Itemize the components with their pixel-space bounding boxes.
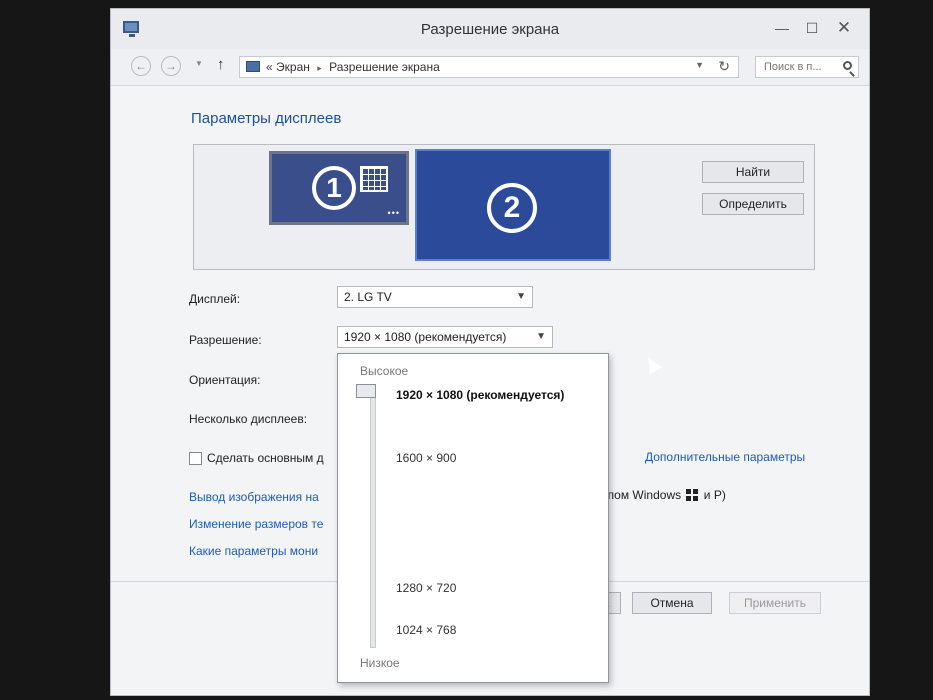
orientation-label: Ориентация: — [189, 373, 261, 387]
back-arrow-icon[interactable]: ← — [131, 56, 151, 76]
resolution-label: Разрешение: — [189, 333, 262, 347]
resolution-option[interactable]: 1024 × 768 — [396, 623, 456, 637]
page-title: Параметры дисплеев — [191, 110, 342, 127]
recent-pages-chevron-icon[interactable]: ▼ — [195, 59, 203, 68]
which-settings-link[interactable]: Какие параметры мони — [189, 544, 318, 558]
project-output-link[interactable]: Вывод изображения на — [189, 490, 319, 504]
resolution-slider-thumb[interactable] — [356, 384, 376, 398]
search-icon[interactable] — [843, 61, 852, 70]
display-select-value: 2. LG TV — [344, 290, 392, 304]
refresh-icon[interactable]: ↻ — [718, 58, 730, 75]
address-bar[interactable]: « Экран ▸ Разрешение экрана ▼ ↻ — [239, 56, 739, 78]
monitor-2-tile[interactable]: 2 — [415, 149, 611, 261]
resolution-option[interactable]: 1600 × 900 — [396, 451, 456, 465]
minimize-button[interactable]: — — [769, 17, 795, 39]
windows-logo-icon — [686, 489, 699, 501]
display-preview-area: 1 ••• 2 Найти Определить — [193, 144, 815, 270]
breadcrumb-screen[interactable]: Экран — [276, 60, 310, 74]
make-main-display-label[interactable]: Сделать основным д — [207, 451, 324, 465]
breadcrumb: « Экран ▸ Разрешение экрана — [266, 60, 440, 74]
multiple-displays-label: Несколько дисплеев: — [189, 412, 308, 426]
screen-resolution-window: Разрешение экрана — ☐ ✕ ← → ▼ ↑ « Экран … — [110, 8, 870, 696]
search-input[interactable]: Поиск в п... — [755, 56, 859, 78]
hotkey-hint-text: опом Windows — [601, 488, 682, 502]
resolution-option[interactable]: 1280 × 720 — [396, 581, 456, 595]
resolution-option[interactable]: 1920 × 1080 (рекомендуется) — [396, 388, 564, 402]
calculator-grid-icon — [360, 166, 388, 192]
advanced-settings-link[interactable]: Дополнительные параметры — [645, 450, 805, 464]
close-button[interactable]: ✕ — [831, 17, 857, 39]
monitor-icon — [246, 61, 260, 72]
find-button[interactable]: Найти — [702, 161, 804, 183]
chevron-down-icon: ▼ — [516, 291, 526, 302]
resolution-dropdown-popup: Высокое 1920 × 1080 (рекомендуется) 1600… — [337, 353, 609, 683]
taskbar-dots-icon: ••• — [387, 208, 400, 218]
resolution-slider-track[interactable] — [370, 392, 376, 648]
resolution-select-value: 1920 × 1080 (рекомендуется) — [344, 330, 507, 344]
up-arrow-icon[interactable]: ↑ — [217, 56, 225, 73]
maximize-button[interactable]: ☐ — [799, 17, 825, 39]
cancel-button[interactable]: Отмена — [632, 592, 712, 614]
resize-text-link[interactable]: Изменение размеров те — [189, 517, 323, 531]
monitor-1-tile[interactable]: 1 ••• — [269, 151, 409, 225]
window-title: Разрешение экрана — [420, 21, 560, 38]
display-label: Дисплей: — [189, 292, 241, 306]
forward-arrow-icon[interactable]: → — [161, 56, 181, 76]
identify-button[interactable]: Определить — [702, 193, 804, 215]
address-dropdown-chevron-icon[interactable]: ▼ — [695, 60, 704, 70]
apply-button[interactable]: Применить — [729, 592, 821, 614]
monitor-1-number: 1 — [312, 166, 356, 210]
navigation-bar: ← → ▼ ↑ « Экран ▸ Разрешение экрана ▼ ↻ … — [111, 49, 869, 86]
mouse-pointer-icon — [641, 353, 663, 375]
chevron-down-icon: ▼ — [536, 331, 546, 342]
display-select[interactable]: 2. LG TV ▼ — [337, 286, 533, 308]
main-content: Параметры дисплеев 1 ••• 2 Найти Определ… — [111, 86, 869, 695]
breadcrumb-resolution[interactable]: Разрешение экрана — [329, 60, 440, 74]
make-main-display-checkbox[interactable] — [189, 452, 202, 465]
monitor-2-number: 2 — [487, 183, 537, 233]
hotkey-hint: опом Windows и P) — [601, 488, 726, 502]
title-bar: Разрешение экрана — ☐ ✕ — [111, 9, 869, 49]
hotkey-hint-suffix: и P) — [703, 488, 726, 502]
high-resolution-label: Высокое — [360, 364, 409, 378]
breadcrumb-overflow[interactable]: « — [266, 60, 273, 74]
low-resolution-label: Низкое — [360, 656, 400, 670]
search-placeholder: Поиск в п... — [764, 61, 822, 73]
resolution-select[interactable]: 1920 × 1080 (рекомендуется) ▼ — [337, 326, 553, 348]
breadcrumb-separator-icon: ▸ — [317, 63, 322, 73]
